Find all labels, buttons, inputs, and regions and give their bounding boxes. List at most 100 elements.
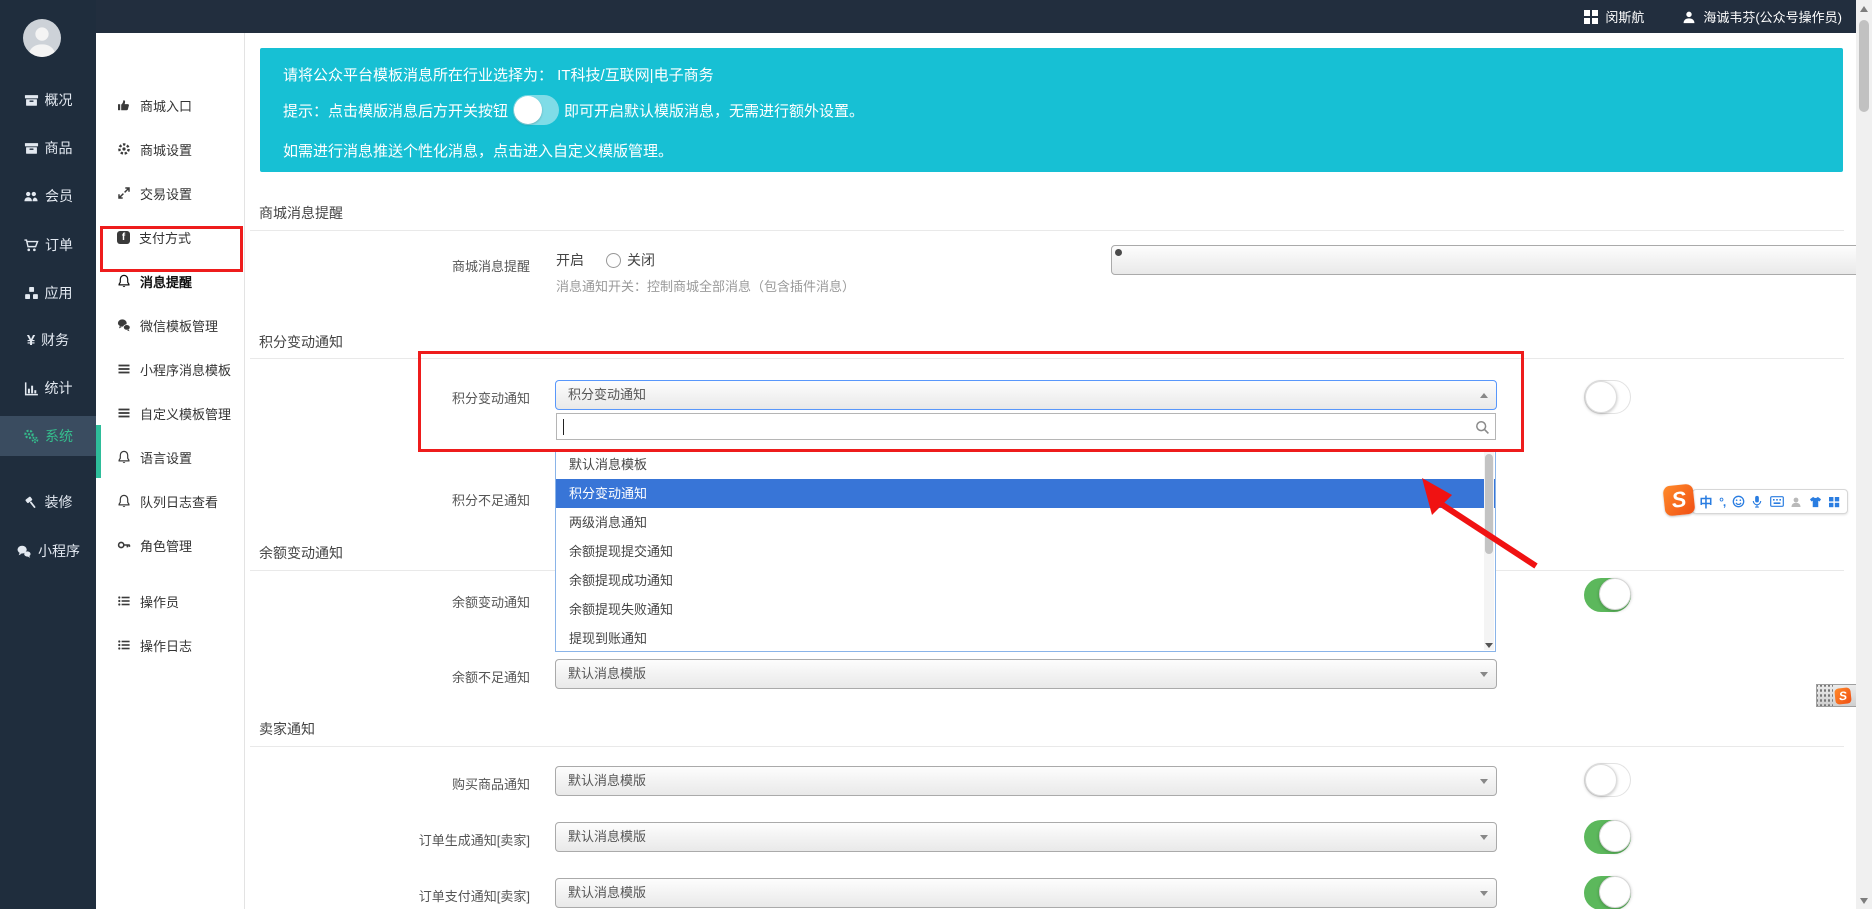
submenu-scroll-indicator[interactable]	[96, 425, 101, 478]
skin-icon[interactable]	[1809, 496, 1822, 508]
submenu-item-operation-log[interactable]: 操作日志	[96, 630, 245, 660]
topbar-right: 闵斯航 海诚韦芬(公众号操作员)	[1584, 0, 1842, 33]
scroll-down-icon[interactable]	[1860, 898, 1868, 904]
submenu-item-mall-settings[interactable]: 商城设置	[96, 134, 245, 164]
keyboard-icon[interactable]	[1769, 496, 1784, 507]
sidebar-item-orders[interactable]: 订单	[0, 225, 96, 265]
user-menu-item[interactable]: 海诚韦芬(公众号操作员)	[1682, 7, 1842, 26]
topbar: 闵斯航 海诚韦芬(公众号操作员)	[0, 0, 1856, 33]
submenu-item-label: 角色管理	[140, 538, 193, 554]
submenu-item-label: 商城入口	[140, 98, 193, 114]
banner-toggle-illustration[interactable]	[513, 95, 560, 125]
emoji-icon[interactable]	[1732, 495, 1745, 508]
dropdown-option[interactable]: 余额提现提交通知	[556, 537, 1495, 566]
radio-on-dot[interactable]	[1111, 245, 1872, 275]
archive-icon	[24, 94, 38, 106]
submenu-item-wechat-templates[interactable]: 微信模板管理	[96, 310, 245, 340]
radio-on[interactable]: 开启	[556, 245, 1872, 275]
submenu-item-role-management[interactable]: 角色管理	[96, 530, 245, 560]
submenu-item-trade-settings[interactable]: 交易设置	[96, 178, 245, 208]
balance-change-toggle[interactable]	[1584, 578, 1631, 612]
sidebar-item-finance[interactable]: ¥ 财务	[0, 320, 96, 360]
chevron-down-icon	[1480, 672, 1488, 677]
sidebar-item-decoration[interactable]: 装修	[0, 482, 96, 522]
scroll-up-icon[interactable]	[1860, 6, 1868, 12]
dropdown-search-box[interactable]	[556, 413, 1496, 440]
main-sidebar: 概况 商品 会员 订单 应用 ¥ 财务 统计 系统 装修 小程序	[0, 0, 96, 909]
order-created-select[interactable]: 默认消息模版	[555, 822, 1497, 852]
order-paid-toggle[interactable]	[1584, 876, 1631, 909]
submenu-item-label: 小程序消息模板	[140, 362, 232, 378]
mic-icon[interactable]	[1751, 495, 1763, 508]
sidebar-item-members[interactable]: 会员	[0, 176, 96, 216]
dropdown-option[interactable]: 余额提现失败通知	[556, 595, 1495, 624]
order-created-select-value: 默认消息模版	[568, 829, 647, 844]
dropdown-option[interactable]: 余额提现成功通知	[556, 566, 1495, 595]
points-change-select[interactable]: 积分变动通知	[555, 380, 1497, 410]
submenu-item-language-settings[interactable]: 语言设置	[96, 442, 245, 472]
sidebar-item-miniprogram[interactable]: 小程序	[0, 531, 96, 571]
submenu-item-operators[interactable]: 操作员	[96, 586, 245, 616]
chevron-up-icon	[1480, 393, 1488, 398]
toolbox-grid-icon[interactable]	[1828, 496, 1840, 508]
submenu-item-custom-templates[interactable]: 自定义模板管理	[96, 398, 245, 428]
cart-icon	[24, 238, 39, 251]
drag-handle-icon[interactable]	[1817, 685, 1833, 706]
payment-icon: f	[117, 230, 130, 244]
account-icon[interactable]	[1790, 496, 1802, 508]
radio-off-dot[interactable]	[606, 252, 621, 268]
dropdown-scroll-down-icon[interactable]	[1485, 643, 1493, 648]
sidebar-item-label: 会员	[45, 188, 73, 204]
chevron-down-icon	[1480, 779, 1488, 784]
purchase-notice-toggle[interactable]	[1584, 763, 1631, 797]
sidebar-item-overview[interactable]: 概况	[0, 80, 96, 120]
dropdown-option[interactable]: 两级消息通知	[556, 508, 1495, 537]
sidebar-item-system[interactable]: 系统	[0, 416, 96, 456]
ime-mini-logo-icon[interactable]: S	[1833, 685, 1853, 706]
points-change-toggle[interactable]	[1584, 380, 1631, 414]
box-icon	[24, 142, 38, 154]
browser-scrollbar[interactable]	[1856, 0, 1872, 909]
list-ol-icon	[118, 596, 130, 606]
section-title-mall-message: 商城消息提醒	[259, 205, 343, 221]
bar-chart-icon	[24, 381, 38, 395]
sidebar-item-label: 系统	[45, 428, 73, 444]
dropdown-option[interactable]: 提现到账通知	[556, 624, 1495, 653]
dropdown-scroll-thumb[interactable]	[1485, 454, 1493, 554]
submenu-item-label: 语言设置	[140, 450, 193, 466]
submenu-item-label: 交易设置	[140, 186, 193, 202]
comments-icon	[117, 319, 131, 332]
list-ol-icon	[118, 640, 130, 650]
submenu-item-payment-methods[interactable]: f 支付方式	[96, 222, 245, 252]
submenu-item-mall-entry[interactable]: 商城入口	[96, 90, 245, 120]
gears-icon	[24, 429, 39, 444]
order-created-toggle[interactable]	[1584, 820, 1631, 854]
radio-off[interactable]: 关闭	[606, 250, 655, 270]
dropdown-search-input[interactable]	[563, 416, 1463, 437]
scrollbar-thumb[interactable]	[1859, 20, 1869, 112]
notice-banner: 请将公众平台模板消息所在行业选择为： IT科技/互联网|电子商务 提示：点击模版…	[260, 48, 1843, 172]
ime-logo-icon[interactable]: S	[1662, 483, 1696, 517]
submenu-item-label: 微信模板管理	[140, 318, 219, 334]
section-title-seller: 卖家通知	[259, 721, 315, 737]
sidebar-item-label: 概况	[44, 92, 73, 108]
dropdown-option-selected[interactable]: 积分变动通知	[556, 479, 1495, 508]
bell-icon	[118, 274, 130, 288]
submenu-item-queue-log[interactable]: 队列日志查看	[96, 486, 245, 516]
sidebar-item-apps[interactable]: 应用	[0, 273, 96, 313]
sidebar-item-statistics[interactable]: 统计	[0, 368, 96, 408]
purchase-notice-select[interactable]: 默认消息模版	[555, 766, 1497, 796]
balance-insufficient-select[interactable]: 默认消息模版	[555, 659, 1497, 689]
ime-punctuation-icon[interactable]: °,	[1719, 495, 1726, 509]
field-label-purchase-notice: 购买商品通知	[451, 777, 530, 792]
sidebar-item-label: 小程序	[38, 543, 80, 559]
avatar[interactable]	[23, 19, 61, 57]
dropdown-option[interactable]: 默认消息模板	[556, 450, 1495, 479]
shop-menu-item[interactable]: 闵斯航	[1584, 7, 1644, 26]
ime-mode-icon[interactable]: 中	[1700, 492, 1713, 511]
dropdown-scrollbar[interactable]	[1484, 451, 1494, 650]
sidebar-item-goods[interactable]: 商品	[0, 128, 96, 168]
submenu-item-message-reminder[interactable]: 消息提醒	[96, 266, 245, 296]
submenu-item-miniprogram-templates[interactable]: 小程序消息模板	[96, 354, 245, 384]
order-paid-select[interactable]: 默认消息模版	[555, 878, 1497, 908]
